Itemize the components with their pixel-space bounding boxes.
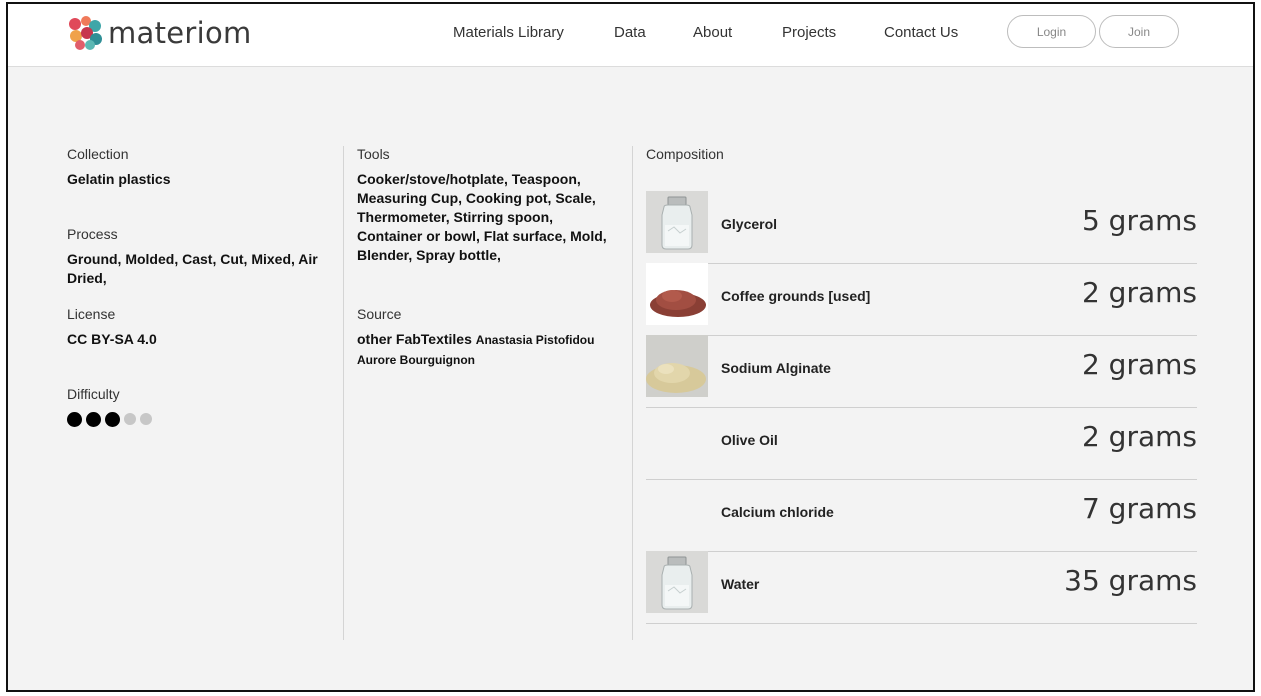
join-button[interactable]: Join	[1099, 15, 1179, 48]
ingredient-name[interactable]: Calcium chloride	[721, 504, 834, 520]
ingredient-quantity: 2 grams	[1081, 276, 1197, 309]
ingredient-row[interactable]: Calcium chloride 7 grams	[646, 479, 1197, 552]
ingredient-thumbnail	[646, 263, 708, 325]
license-value: CC BY-SA 4.0	[67, 331, 157, 347]
license-label: License	[67, 306, 116, 322]
collection-value[interactable]: Gelatin plastics	[67, 170, 170, 189]
logo[interactable]: materiom	[66, 14, 252, 52]
source-value: other FabTextiles Anastasia Pistofidou A…	[357, 330, 619, 370]
nav-data[interactable]: Data	[614, 24, 646, 41]
ingredient-name[interactable]: Coffee grounds [used]	[721, 288, 870, 304]
site-header: materiom Materials Library Data About Pr…	[8, 4, 1253, 67]
process-label: Process	[67, 226, 118, 242]
difficulty-dot-filled	[105, 412, 120, 427]
collection-block: Collection Gelatin plastics	[67, 146, 170, 189]
source-label: Source	[357, 306, 402, 322]
difficulty-block: Difficulty	[67, 386, 152, 427]
source-primary[interactable]: other FabTextiles	[357, 331, 472, 347]
ingredient-quantity: 2 grams	[1081, 348, 1197, 381]
ingredient-row[interactable]: Water 35 grams	[646, 551, 1197, 624]
difficulty-rating	[67, 412, 152, 427]
ingredient-name[interactable]: Water	[721, 576, 759, 592]
ingredient-thumbnail	[646, 191, 708, 253]
collection-label: Collection	[67, 146, 129, 162]
column-divider	[632, 146, 633, 640]
difficulty-dot-empty	[124, 413, 136, 425]
nav-contact-us[interactable]: Contact Us	[884, 24, 958, 41]
difficulty-label: Difficulty	[67, 386, 120, 402]
source-block: Source other FabTextiles Anastasia Pisto…	[357, 306, 619, 370]
composition-column: Composition Glycerol 5 grams Coffee ground…	[646, 146, 1197, 624]
ingredient-name[interactable]: Sodium Alginate	[721, 360, 831, 376]
logo-text: materiom	[108, 16, 252, 50]
column-divider	[343, 146, 344, 640]
composition-label: Composition	[646, 146, 724, 162]
ingredient-row[interactable]: Coffee grounds [used] 2 grams	[646, 263, 1197, 336]
difficulty-dot-filled	[67, 412, 82, 427]
ingredient-quantity: 2 grams	[1081, 420, 1197, 453]
ingredient-row[interactable]: Olive Oil 2 grams	[646, 407, 1197, 480]
ingredient-row[interactable]: Sodium Alginate 2 grams	[646, 335, 1197, 408]
nav-about[interactable]: About	[693, 24, 732, 41]
logo-icon	[69, 16, 102, 50]
login-button[interactable]: Login	[1007, 15, 1096, 48]
page-frame: materiom Materials Library Data About Pr…	[6, 2, 1255, 692]
ingredient-thumbnail	[646, 551, 708, 613]
nav-materials-library[interactable]: Materials Library	[453, 24, 564, 41]
nav-projects[interactable]: Projects	[782, 24, 836, 41]
process-value: Ground, Molded, Cast, Cut, Mixed, Air Dr…	[67, 251, 318, 286]
ingredient-quantity: 35 grams	[1064, 564, 1197, 597]
tools-label: Tools	[357, 146, 390, 162]
process-block: Process Ground, Molded, Cast, Cut, Mixed…	[67, 226, 337, 288]
difficulty-dot-empty	[140, 413, 152, 425]
ingredient-quantity: 5 grams	[1081, 204, 1197, 237]
ingredient-name[interactable]: Olive Oil	[721, 432, 778, 448]
difficulty-dot-filled	[86, 412, 101, 427]
ingredient-name[interactable]: Glycerol	[721, 216, 777, 232]
ingredient-thumbnail	[646, 335, 708, 397]
tools-value: Cooker/stove/hotplate, Teaspoon, Measuri…	[357, 171, 607, 263]
ingredient-row[interactable]: Glycerol 5 grams	[646, 191, 1197, 264]
license-block: License CC BY-SA 4.0	[67, 306, 157, 349]
tools-block: Tools Cooker/stove/hotplate, Teaspoon, M…	[357, 146, 619, 265]
ingredient-quantity: 7 grams	[1081, 492, 1197, 525]
